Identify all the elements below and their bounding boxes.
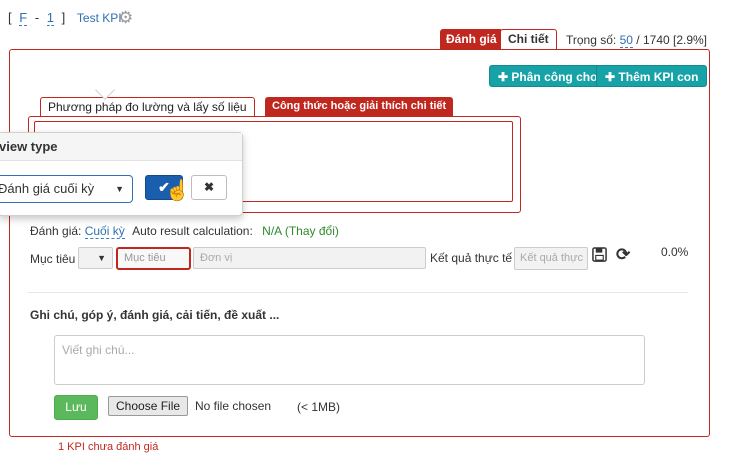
unevaluated-kpi-note[interactable]: 1 KPI chưa đánh giá	[58, 441, 158, 453]
breadcrumb: [ F - 1 ] Test KPI	[8, 10, 122, 26]
weight-info: Trọng số: 50 / 1740 [2.9%]	[566, 33, 708, 48]
evaluation-label: Đánh giá:	[30, 224, 82, 238]
tab-details[interactable]: Chi tiết	[500, 29, 557, 50]
weight-value-link[interactable]: 50	[619, 33, 633, 48]
weight-suffix: / 1740 [2.9%]	[636, 33, 708, 47]
view-type-select[interactable]: Đánh giá cuối kỳ ▼	[0, 175, 133, 203]
breadcrumb-open: [	[8, 10, 12, 25]
caret-down-icon: ▼	[115, 184, 124, 194]
target-input[interactable]: Mục tiêu	[116, 247, 191, 270]
auto-result-value: N/A	[262, 224, 282, 238]
file-status: No file chosen	[195, 399, 272, 413]
unit-input[interactable]: Đơn vị	[193, 247, 426, 269]
target-label: Mục tiêu	[30, 252, 76, 266]
choose-file-button[interactable]: Choose File	[108, 396, 189, 416]
hand-cursor-icon: ☝	[165, 180, 190, 202]
operator-select[interactable]: ▼	[78, 247, 113, 269]
add-child-kpi-label: Thêm KPI con	[618, 70, 699, 84]
breadcrumb-part-2[interactable]: 1	[46, 10, 55, 26]
weight-label: Trọng số:	[566, 33, 617, 47]
gear-icon[interactable]: ⚙	[118, 9, 136, 27]
plus-icon: ✚	[605, 70, 616, 84]
refresh-icon[interactable]: ⟳	[616, 246, 632, 264]
kpi-title-link[interactable]: Test KPI	[77, 11, 122, 25]
actual-result-input[interactable]: Kết quả thực	[514, 247, 588, 270]
save-note-button[interactable]: Lưu	[54, 395, 98, 420]
caret-down-icon: ▼	[97, 253, 106, 263]
notes-title: Ghi chú, góp ý, đánh giá, cải tiến, đề x…	[30, 308, 280, 322]
save-icon[interactable]	[592, 247, 608, 263]
breadcrumb-close: ]	[61, 10, 66, 25]
popover-title: view type	[0, 133, 242, 161]
view-type-selected: Đánh giá cuối kỳ	[0, 181, 95, 196]
tab-measurement-method[interactable]: Phương pháp đo lường và lấy số liệu	[40, 97, 255, 117]
breadcrumb-part-1[interactable]: F	[19, 10, 28, 26]
tab-formula[interactable]: Công thức hoặc giải thích chi tiết	[265, 97, 454, 116]
actual-result-label: Kết quả thực tế	[430, 251, 513, 265]
change-link[interactable]: (Thay đổi)	[285, 224, 339, 238]
evaluation-row: Đánh giá: Cuối kỳ Auto result calculatio…	[30, 224, 339, 239]
section-divider	[28, 292, 688, 293]
assign-button-label: Phân công cho	[511, 70, 598, 84]
assign-button[interactable]: ✚ Phân công cho	[489, 65, 607, 87]
close-icon: ✖	[203, 180, 215, 194]
auto-result-label: Auto result calculation:	[132, 224, 253, 238]
evaluation-type-link[interactable]: Cuối kỳ	[84, 224, 125, 239]
breadcrumb-separator: -	[34, 10, 40, 25]
notes-textarea[interactable]: Viết ghi chú...	[54, 335, 645, 385]
file-size-limit: (< 1MB)	[297, 400, 341, 414]
floppy-disk-icon	[592, 247, 607, 262]
plus-icon: ✚	[498, 70, 509, 84]
cancel-button[interactable]: ✖	[191, 175, 227, 200]
completion-percent: 0.0%	[661, 245, 689, 259]
add-child-kpi-button[interactable]: ✚ Thêm KPI con	[596, 65, 708, 87]
tab-evaluate[interactable]: Đánh giá	[440, 29, 503, 49]
view-type-popover: view type Đánh giá cuối kỳ ▼ ✔ ✖	[0, 132, 243, 216]
